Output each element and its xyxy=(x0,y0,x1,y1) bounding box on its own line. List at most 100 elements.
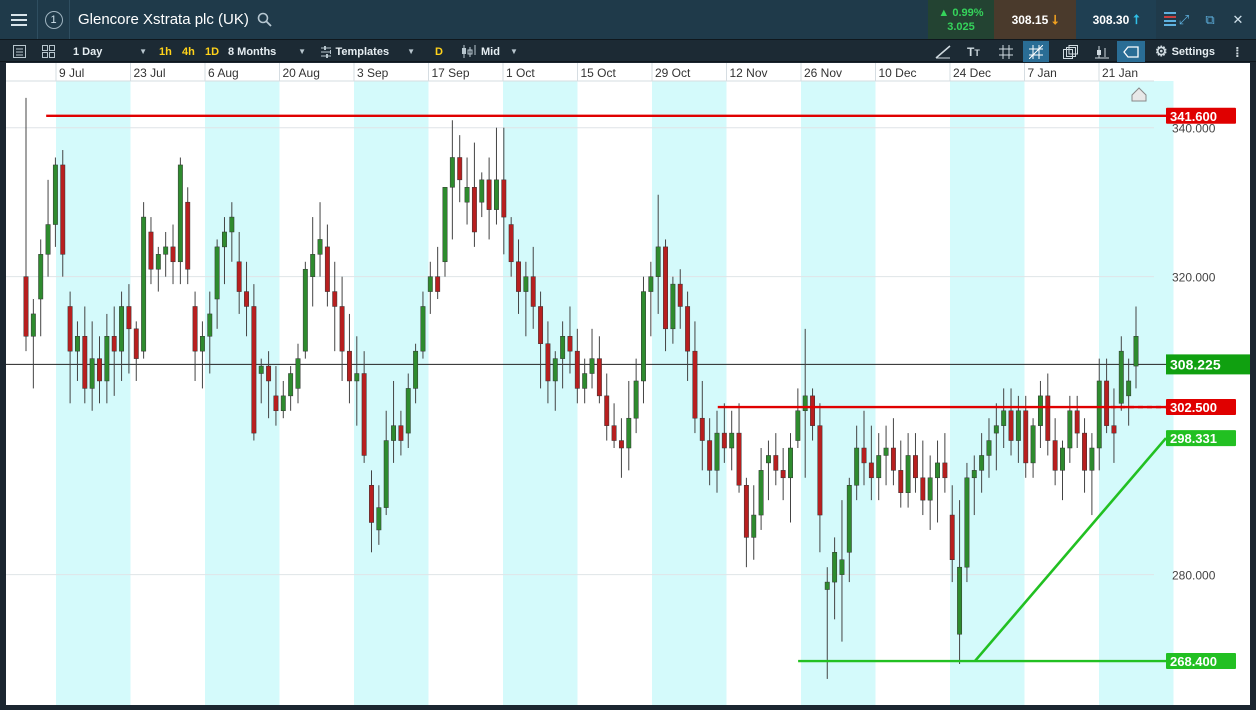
candle-up xyxy=(751,514,757,538)
chart-number-button[interactable]: 1 xyxy=(38,0,70,39)
style-d-button[interactable]: D xyxy=(430,41,448,62)
tag-icon[interactable] xyxy=(1117,41,1145,62)
draw-line-icon[interactable] xyxy=(930,41,956,62)
change-absolute: 3.025 xyxy=(947,20,975,33)
price-chart[interactable]: 9 Jul 23 Jul 6 Aug 20 Aug 3 Sep 17 Sep 1 Oct 15… xyxy=(6,63,1250,705)
candle-down xyxy=(1045,395,1051,441)
candle-down xyxy=(810,395,816,426)
candle-up xyxy=(802,395,808,412)
x-axis-labels: 9 Jul 23 Jul 6 Aug 20 Aug 3 Sep 17 Sep 1 Oct 15… xyxy=(6,63,1154,82)
chart-list-icon[interactable] xyxy=(8,41,31,62)
candle-up xyxy=(846,485,852,553)
candle-up xyxy=(832,552,838,583)
x-tick-label: 6 Aug xyxy=(208,66,239,80)
settings-button[interactable]: ⚙ Settings xyxy=(1150,41,1220,62)
candle-up xyxy=(648,276,654,292)
candle-up xyxy=(633,380,639,419)
candle-down xyxy=(611,425,617,441)
buy-price-button[interactable]: 308.30 ⭡ xyxy=(1076,0,1156,39)
candle-up xyxy=(1060,447,1065,471)
candle-up xyxy=(464,187,470,203)
candle-down xyxy=(861,447,867,464)
candle-down xyxy=(1008,410,1014,441)
candle-up xyxy=(214,246,220,300)
templates-dropdown[interactable]: Templates ▼ xyxy=(316,41,420,62)
candle-down xyxy=(251,306,257,434)
candle-down xyxy=(60,164,66,255)
grid-layout-icon[interactable] xyxy=(37,41,60,62)
candle-down xyxy=(868,462,874,479)
templates-label: Templates xyxy=(335,45,390,58)
sell-price-button[interactable]: 308.15 ⭣ xyxy=(994,0,1076,39)
hamburger-icon xyxy=(10,13,27,26)
price-change-box: ▲ 0.99% 3.025 xyxy=(928,0,994,39)
candle-up xyxy=(1096,380,1102,449)
candle-down xyxy=(97,358,102,382)
price-type-dropdown[interactable]: Mid ▼ xyxy=(456,41,528,62)
buy-price: 308.30 xyxy=(1092,12,1130,27)
crosshair-grid-icon[interactable] xyxy=(994,41,1018,62)
candle-up xyxy=(479,179,485,203)
x-tick-label: 26 Nov xyxy=(804,66,842,80)
x-tick-label: 15 Oct xyxy=(581,66,617,80)
close-icon[interactable]: ✕ xyxy=(1226,0,1250,39)
candle-up xyxy=(1067,410,1073,449)
candle-up xyxy=(317,239,323,255)
candle-down xyxy=(567,336,573,352)
chart-svg[interactable]: 9 Jul 23 Jul 6 Aug 20 Aug 3 Sep 17 Sep 1 Oct 15… xyxy=(6,63,1250,705)
candle-down xyxy=(685,306,691,352)
candle-up xyxy=(163,246,169,255)
current-price-label: 308.225 xyxy=(1170,356,1221,372)
search-icon[interactable] xyxy=(257,12,272,27)
candle-up xyxy=(75,336,80,352)
candle-down xyxy=(890,447,896,471)
candle-up xyxy=(119,306,125,352)
candle-down xyxy=(1082,432,1087,471)
text-tool-icon[interactable]: TT xyxy=(962,41,985,62)
candle-up xyxy=(582,373,588,389)
quick-1d-button[interactable]: 1D xyxy=(200,41,224,62)
candle-up xyxy=(927,477,933,501)
copy-chart-icon[interactable] xyxy=(1058,41,1083,62)
candle-up xyxy=(89,358,95,389)
candle-up xyxy=(1133,336,1139,367)
candle-up xyxy=(788,447,793,479)
candle-down xyxy=(743,485,749,538)
magnet-grid-icon[interactable] xyxy=(1023,41,1049,62)
candle-up xyxy=(971,470,977,479)
candle-down xyxy=(369,485,374,523)
expand-icon[interactable]: ⤢ xyxy=(1172,0,1196,39)
arrow-up-icon: ⭡ xyxy=(1133,11,1140,27)
candle-down xyxy=(692,350,698,419)
candle-down xyxy=(508,224,514,263)
candle-down xyxy=(435,276,441,292)
candle-up xyxy=(1118,350,1124,404)
indicator-icon[interactable] xyxy=(1090,41,1114,62)
candle-up xyxy=(442,187,448,263)
x-tick-label: 9 Jul xyxy=(59,66,84,80)
hamburger-menu-button[interactable] xyxy=(0,0,38,39)
candle-down xyxy=(898,470,904,493)
range-dropdown[interactable]: 8 Months ▼ xyxy=(223,41,311,62)
style-d-label: D xyxy=(435,45,443,58)
candle-up xyxy=(420,306,426,352)
quick-1h-button[interactable]: 1h xyxy=(154,41,177,62)
candle-down xyxy=(170,246,176,263)
chevron-down-icon: ▼ xyxy=(407,47,415,56)
popout-icon[interactable]: ⧉ xyxy=(1198,0,1222,39)
quick-1d-label: 1D xyxy=(205,45,220,58)
quick-4h-button[interactable]: 4h xyxy=(177,41,200,62)
candle-up xyxy=(824,581,830,590)
candle-up xyxy=(1001,410,1007,426)
interval-dropdown[interactable]: 1 Day ▼ xyxy=(68,41,152,62)
more-options-icon[interactable]: ⁞ xyxy=(1230,41,1246,62)
candle-up xyxy=(38,254,44,300)
chart-number-badge: 1 xyxy=(44,10,63,29)
chart-app: 1 Glencore Xstrata plc (UK) ▲ 0.99% 3.02… xyxy=(0,0,1256,710)
candle-up xyxy=(376,507,382,531)
quick-4h-label: 4h xyxy=(182,45,195,58)
candle-down xyxy=(133,328,139,359)
candle-up xyxy=(935,462,940,479)
candle-down xyxy=(82,336,88,389)
candle-down xyxy=(677,283,683,307)
